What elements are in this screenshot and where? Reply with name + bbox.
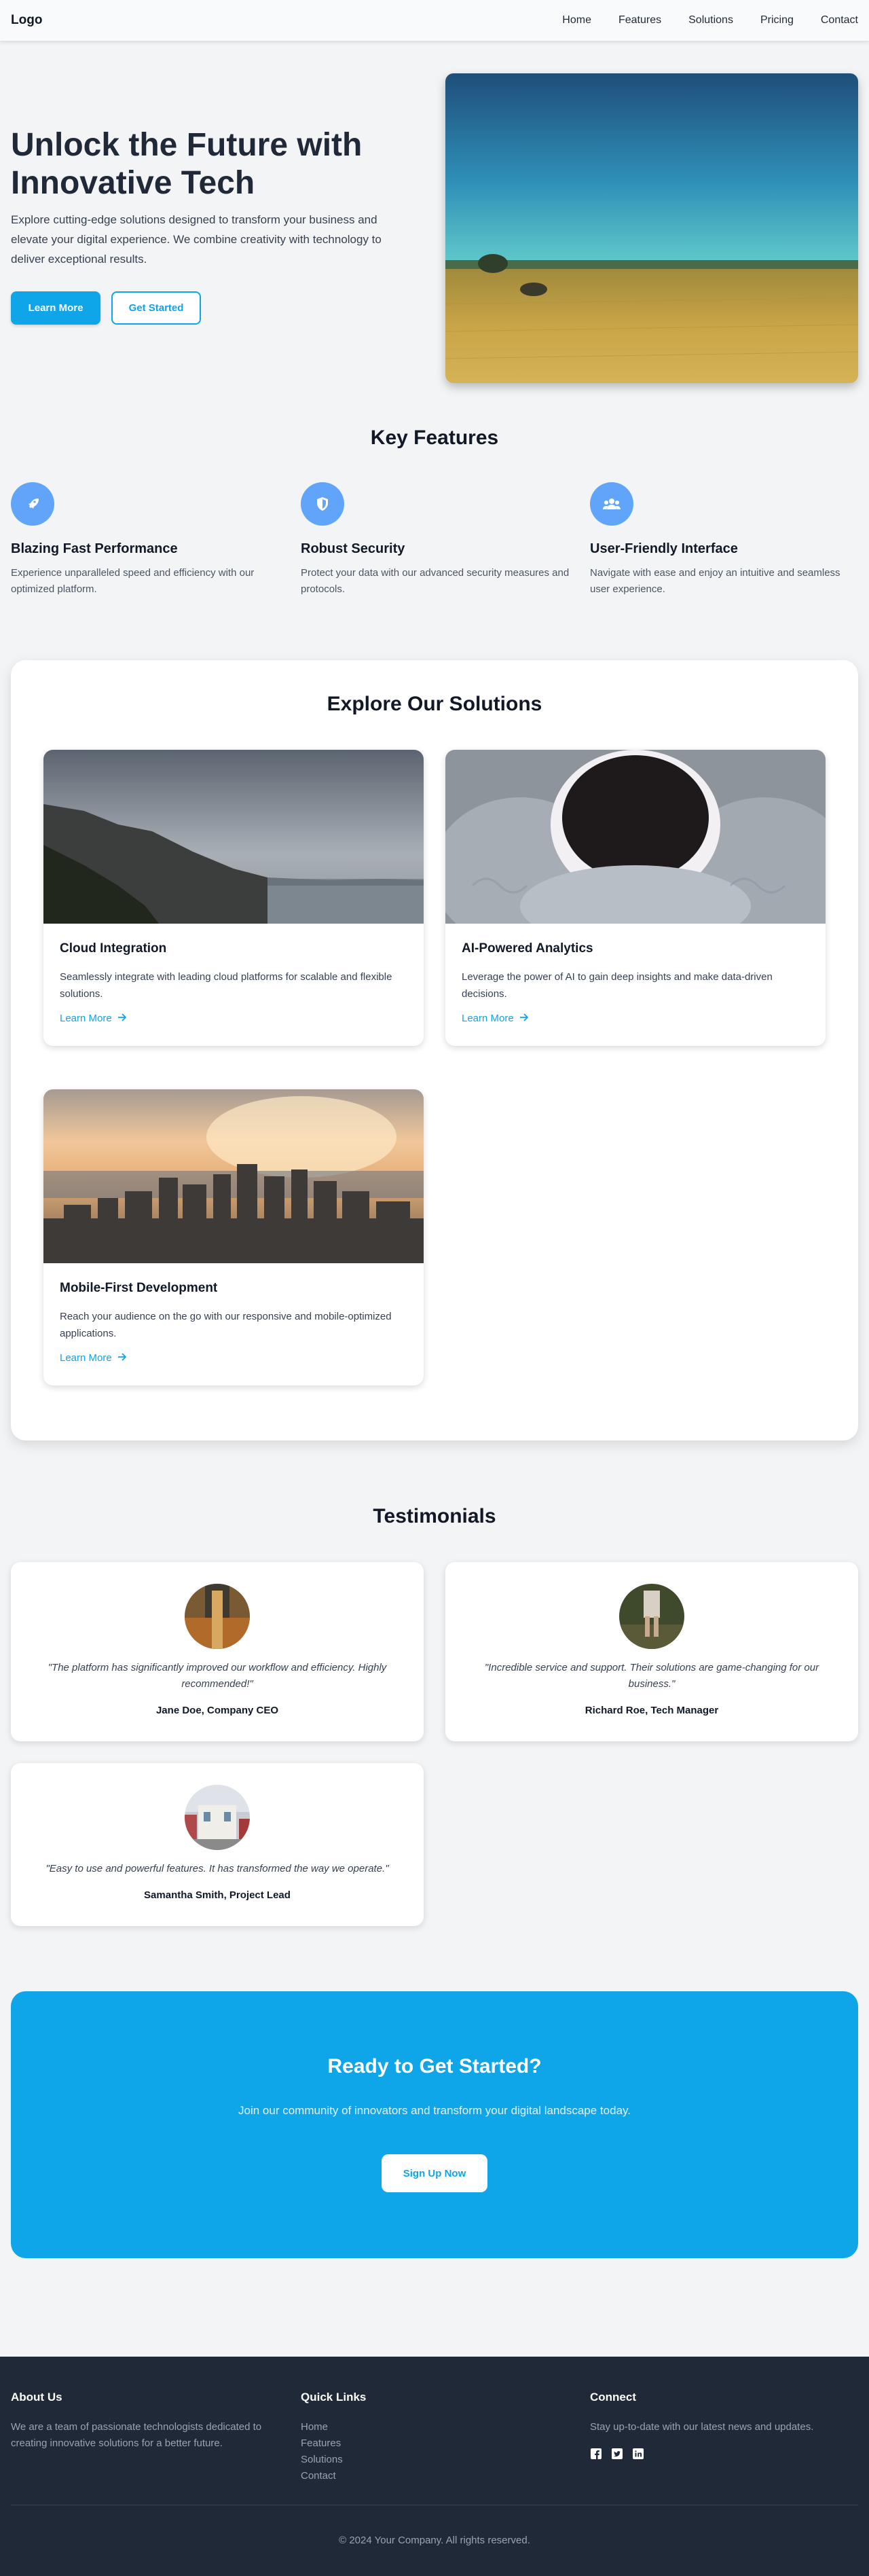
features-title: Key Features — [370, 427, 499, 449]
arrow-right-icon — [519, 1013, 529, 1024]
solution-learn-more-link[interactable]: Learn More — [60, 1352, 127, 1364]
footer-quick-links: Quick Links Home Features Solutions Cont… — [301, 2391, 366, 2484]
testimonial-quote: "The platform has significantly improved… — [48, 1662, 387, 1690]
feature-text: Protect your data with our advanced secu… — [301, 567, 570, 595]
nav-home[interactable]: Home — [562, 14, 591, 26]
footer-about: About Us We are a team of passionate tec… — [11, 2391, 282, 2452]
solution-card[interactable]: Cloud Integration Seamlessly integrate w… — [43, 750, 424, 1046]
solution-learn-more-link[interactable]: Learn More — [60, 1013, 127, 1024]
avatar — [619, 1584, 684, 1649]
footer-links-title: Quick Links — [301, 2391, 367, 2403]
footer-connect-title: Connect — [590, 2391, 636, 2403]
mountain-lake-image — [43, 750, 424, 924]
avatar — [185, 1785, 250, 1850]
feature-card: Blazing Fast Performance Experience unpa… — [11, 482, 282, 598]
cta-title: Ready to Get Started? — [327, 2055, 542, 2078]
feature-card: User-Friendly Interface Navigate with ea… — [590, 482, 862, 598]
solution-text: Seamlessly integrate with leading cloud … — [60, 971, 392, 1000]
solution-card[interactable]: Mobile-First Development Reach your audi… — [43, 1089, 424, 1385]
nav-contact[interactable]: Contact — [821, 14, 858, 26]
feature-text: Experience unparalleled speed and effici… — [11, 567, 255, 595]
nav-solutions[interactable]: Solutions — [688, 14, 733, 26]
nav-pricing[interactable]: Pricing — [760, 14, 794, 26]
solutions-title: Explore Our Solutions — [327, 693, 542, 715]
link-label: Learn More — [462, 1013, 514, 1024]
solution-text: Reach your audience on the go with our r… — [60, 1311, 392, 1339]
testimonial-author: Samantha Smith, Project Lead — [144, 1889, 291, 1901]
site-footer: About Us We are a team of passionate tec… — [0, 2357, 869, 2576]
city-skyline-image — [43, 1089, 424, 1263]
solution-title: Mobile-First Development — [60, 1281, 218, 1295]
learn-more-button[interactable]: Learn More — [11, 291, 100, 325]
nav-features[interactable]: Features — [618, 14, 661, 26]
footer-connect: Connect Stay up-to-date with our latest … — [590, 2391, 862, 2459]
cta-text: Join our community of innovators and tra… — [238, 2104, 631, 2117]
testimonial-quote: "Easy to use and powerful features. It h… — [45, 1863, 389, 1874]
testimonial-author: Jane Doe, Company CEO — [155, 1705, 279, 1716]
get-started-button[interactable]: Get Started — [111, 291, 201, 325]
footer-link-features[interactable]: Features — [301, 2435, 366, 2452]
link-label: Learn More — [60, 1013, 112, 1024]
testimonial-author: Richard Roe, Tech Manager — [585, 1705, 719, 1716]
copyright: © 2024 Your Company. All rights reserved… — [339, 2535, 530, 2546]
hero-description: Explore cutting-edge solutions designed … — [11, 213, 382, 266]
solution-title: Cloud Integration — [60, 941, 167, 956]
solution-learn-more-link[interactable]: Learn More — [462, 1013, 529, 1024]
shield-icon — [301, 482, 344, 526]
hero-image — [445, 73, 858, 383]
testimonials-title: Testimonials — [373, 1505, 496, 1527]
testimonial-quote: "Incredible service and support. Their s… — [484, 1662, 819, 1690]
solution-text: Leverage the power of AI to gain deep in… — [462, 971, 773, 1000]
arrow-right-icon — [117, 1013, 127, 1024]
rocket-icon — [11, 482, 54, 526]
footer-about-title: About Us — [11, 2391, 62, 2403]
testimonial-card: "Incredible service and support. Their s… — [445, 1562, 858, 1741]
solution-card[interactable]: AI-Powered Analytics Leverage the power … — [445, 750, 826, 1046]
sign-up-button[interactable]: Sign Up Now — [382, 2154, 487, 2192]
twitter-icon[interactable] — [611, 2448, 623, 2459]
linkedin-icon[interactable] — [632, 2448, 644, 2459]
footer-link-home[interactable]: Home — [301, 2419, 366, 2435]
footer-about-text: We are a team of passionate technologist… — [11, 2421, 262, 2449]
footer-link-contact[interactable]: Contact — [301, 2468, 366, 2484]
users-icon — [590, 482, 633, 526]
main-nav: Home Features Solutions Pricing Contact — [535, 14, 858, 26]
site-header: Logo Home Features Solutions Pricing Con… — [0, 0, 869, 41]
cta-section: Ready to Get Started? Join our community… — [11, 1991, 858, 2258]
arrow-right-icon — [117, 1352, 127, 1364]
feature-title: Blazing Fast Performance — [11, 541, 178, 556]
link-label: Learn More — [60, 1352, 112, 1364]
footer-link-solutions[interactable]: Solutions — [301, 2452, 366, 2468]
solutions-panel: Explore Our Solutions Cloud Integration … — [11, 660, 858, 1440]
coffee-cup-image — [445, 750, 826, 924]
testimonial-card: "The platform has significantly improved… — [11, 1562, 424, 1741]
footer-connect-text: Stay up-to-date with our latest news and… — [590, 2421, 814, 2433]
feature-title: User-Friendly Interface — [590, 541, 738, 556]
solution-title: AI-Powered Analytics — [462, 941, 593, 956]
feature-title: Robust Security — [301, 541, 405, 556]
social-links — [590, 2448, 862, 2459]
avatar — [185, 1584, 250, 1649]
facebook-icon[interactable] — [590, 2448, 602, 2459]
feature-card: Robust Security Protect your data with o… — [301, 482, 572, 598]
logo[interactable]: Logo — [11, 13, 42, 28]
hero-title: Unlock the Future with Innovative Tech — [11, 127, 363, 201]
feature-text: Navigate with ease and enjoy an intuitiv… — [590, 567, 840, 595]
testimonial-card: "Easy to use and powerful features. It h… — [11, 1763, 424, 1926]
